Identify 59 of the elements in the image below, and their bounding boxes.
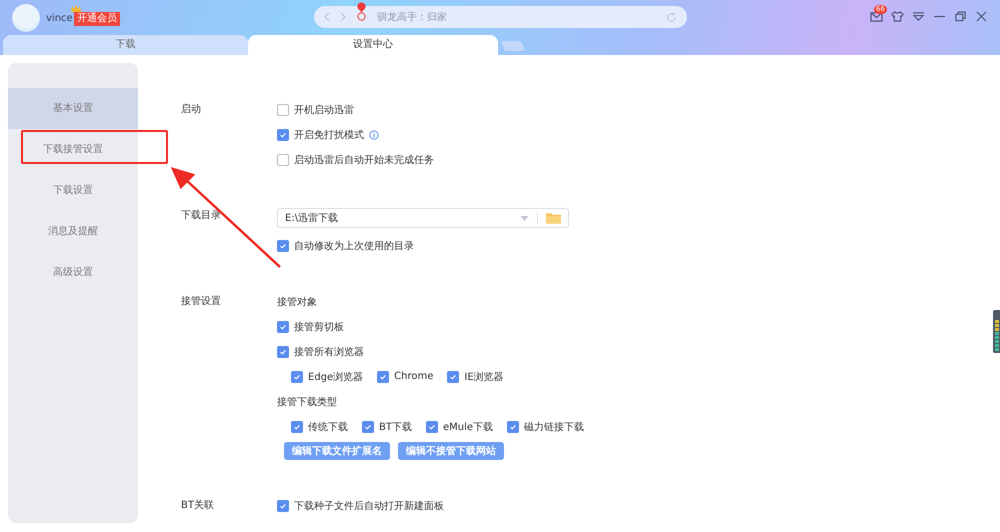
checkbox[interactable]: [291, 370, 303, 382]
sidebar-item[interactable]: 基本设置: [8, 88, 138, 129]
sidebar-item[interactable]: 下载接管设置: [8, 129, 138, 170]
checkbox-label: 自动修改为上次使用的目录: [294, 240, 414, 252]
checkbox-label: BT下载: [379, 420, 412, 434]
checkbox[interactable]: [277, 320, 289, 332]
checkbox-label: eMule下载: [442, 420, 494, 434]
checkbox[interactable]: [377, 370, 390, 382]
checkbox[interactable]: [277, 500, 289, 512]
group-heading: 接管对象: [277, 296, 317, 308]
edit-button[interactable]: 编辑不接管下载网站: [398, 442, 504, 460]
sidebar-item[interactable]: 高级设置: [8, 252, 138, 293]
checkbox-label: 启动迅雷后自动开始未完成任务: [294, 154, 434, 166]
edit-button[interactable]: 编辑下载文件扩展名: [284, 442, 390, 460]
restore-icon[interactable]: [954, 11, 967, 22]
avatar-icon[interactable]: [12, 4, 40, 32]
group-heading: 接管下载类型: [277, 396, 337, 408]
crown-icon: [71, 4, 81, 12]
checkbox[interactable]: [277, 346, 289, 358]
checkbox[interactable]: [277, 104, 289, 116]
section-label: 接管设置: [181, 296, 221, 307]
checkbox-label: 磁力链接下载: [524, 420, 584, 434]
mail-icon[interactable]: [870, 11, 883, 22]
info-icon[interactable]: [369, 130, 379, 140]
checkbox-label: 接管剪切板: [294, 320, 344, 334]
checkbox-label: 开启免打扰模式: [294, 128, 364, 142]
folder-icon[interactable]: [546, 212, 561, 224]
shirt-icon[interactable]: [891, 11, 904, 22]
tab[interactable]: 设置中心: [248, 35, 498, 55]
location-pin-icon: [356, 2, 367, 22]
section-label: BT关联: [181, 500, 214, 511]
checkbox-label: 下载种子文件后自动打开新建面板: [294, 500, 444, 512]
checkbox[interactable]: [277, 154, 289, 166]
checkbox-label: Edge浏览器: [308, 370, 364, 384]
folder-path-field[interactable]: E:\迅雷下载: [277, 208, 569, 228]
checkbox[interactable]: [277, 128, 289, 140]
section-label: 启动: [181, 104, 201, 115]
checkbox-label: IE浏览器: [464, 370, 504, 384]
checkbox[interactable]: [507, 420, 520, 432]
close-icon[interactable]: [975, 11, 988, 22]
checkbox-label: 传统下载: [308, 420, 348, 434]
vip-badge[interactable]: 开通会员: [74, 12, 120, 26]
username: vince: [46, 13, 73, 24]
section-label: 下载目录: [181, 210, 221, 221]
checkbox[interactable]: [277, 240, 289, 252]
level-meter-drawing: [993, 310, 1000, 353]
checkbox[interactable]: [291, 420, 303, 432]
checkbox-label: 接管所有浏览器: [294, 346, 364, 358]
sidebar-item[interactable]: 消息及提醒: [8, 211, 138, 252]
checkbox-label: Chrome: [394, 371, 434, 382]
dropdown-menu-icon[interactable]: [912, 11, 925, 22]
checkbox-label: 开机启动迅雷: [294, 104, 354, 116]
sidebar-item[interactable]: 下载设置: [8, 170, 138, 211]
tab[interactable]: 下载: [3, 35, 248, 55]
checkbox[interactable]: [362, 420, 374, 432]
checkbox[interactable]: [426, 420, 438, 432]
caret-icon[interactable]: [520, 216, 529, 220]
checkbox[interactable]: [447, 370, 460, 382]
folder-path-value: E:\迅雷下载: [285, 212, 340, 225]
